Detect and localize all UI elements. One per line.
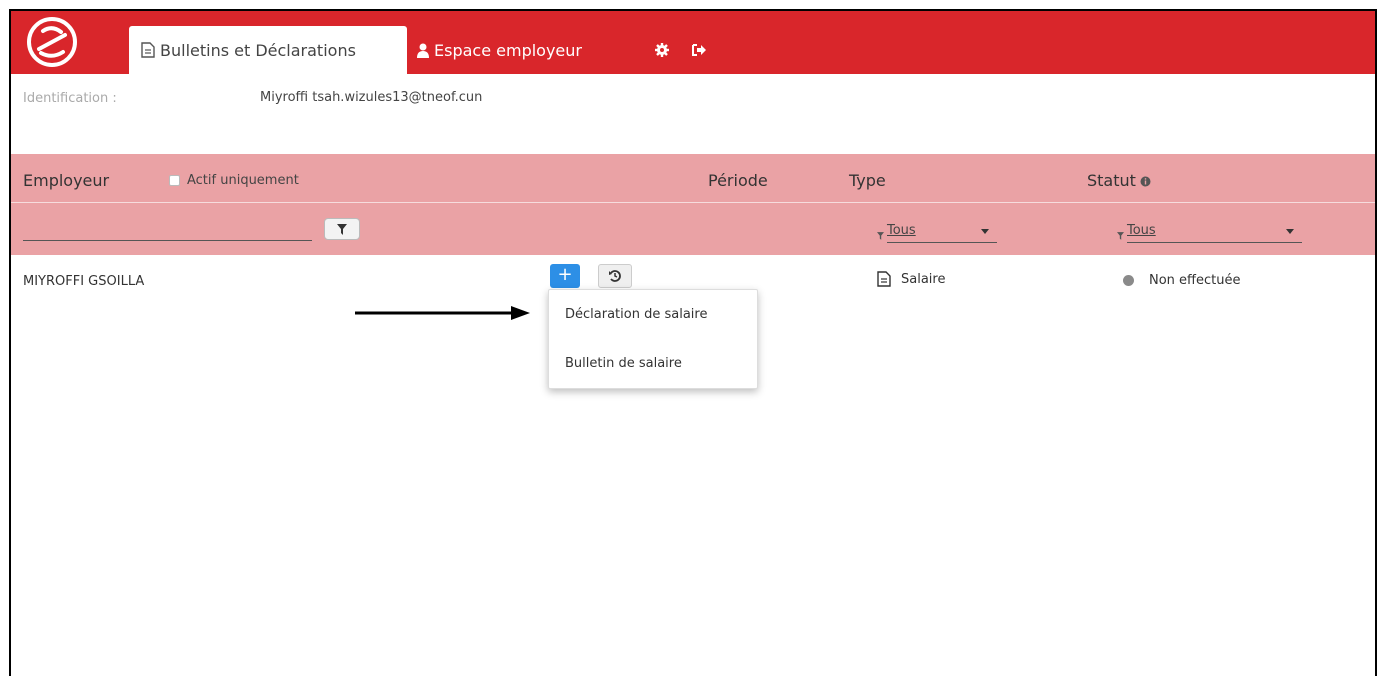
row-employeur-name: MIYROFFI GSOILLA [23,274,145,289]
menu-item-bulletin-salaire[interactable]: Bulletin de salaire [565,356,682,371]
column-header-statut[interactable]: Statut [1087,171,1151,190]
caret-down-icon [1286,229,1294,234]
row-statut-label: Non effectuée [1149,273,1241,288]
info-icon[interactable] [1140,176,1151,187]
statut-label: Statut [1087,171,1136,190]
tab-bulletins-label: Bulletins et Déclarations [160,40,356,60]
actif-uniquement-label: Actif uniquement [187,173,299,188]
checkbox-box[interactable] [169,175,180,186]
status-dot-icon [1123,275,1134,286]
statut-filter-select[interactable]: Tous [1117,221,1302,243]
funnel-icon [337,223,347,235]
column-header-type[interactable]: Type [849,171,886,190]
arrow-icon [355,306,530,320]
type-filter-select[interactable]: Tous [877,221,997,243]
add-button[interactable]: + [550,264,580,288]
filter-button[interactable] [324,218,360,240]
add-dropdown-menu: Déclaration de salaire Bulletin de salai… [548,289,758,389]
employeur-filter-input[interactable] [23,240,312,241]
gear-icon[interactable] [654,42,670,58]
funnel-icon [1117,232,1124,240]
funnel-icon [877,232,884,240]
row-statut: Non effectuée [1123,273,1240,288]
identification-value: Miyroffi tsah.wizules13@tneof.cun [260,90,483,105]
caret-down-icon [981,229,989,234]
logout-icon[interactable] [691,42,707,58]
history-icon [609,270,621,282]
history-button[interactable] [598,264,632,288]
identification-label: Identification : [23,91,117,106]
menu-item-declaration-salaire[interactable]: Déclaration de salaire [565,307,707,322]
tab-bulletins-declarations[interactable]: Bulletins et Déclarations [129,26,407,74]
row-type-label: Salaire [901,271,946,287]
statut-filter-value: Tous [1127,223,1302,243]
row-type: Salaire [877,271,945,287]
type-filter-value: Tous [887,223,997,243]
top-navbar: Bulletins et Déclarations Espace employe… [11,11,1375,74]
app-logo[interactable] [25,15,79,69]
tab-espace-employeur[interactable]: Espace employeur [417,26,582,74]
user-icon [417,43,429,58]
tab-employer-label: Espace employeur [434,40,582,60]
column-header-employeur[interactable]: Employeur [23,171,109,190]
header-divider [11,202,1375,203]
actif-uniquement-checkbox[interactable]: Actif uniquement [169,173,299,188]
column-header-periode[interactable]: Période [708,171,768,190]
document-icon [877,271,891,287]
app-window: Bulletins et Déclarations Espace employe… [9,9,1377,676]
document-icon [141,42,155,58]
